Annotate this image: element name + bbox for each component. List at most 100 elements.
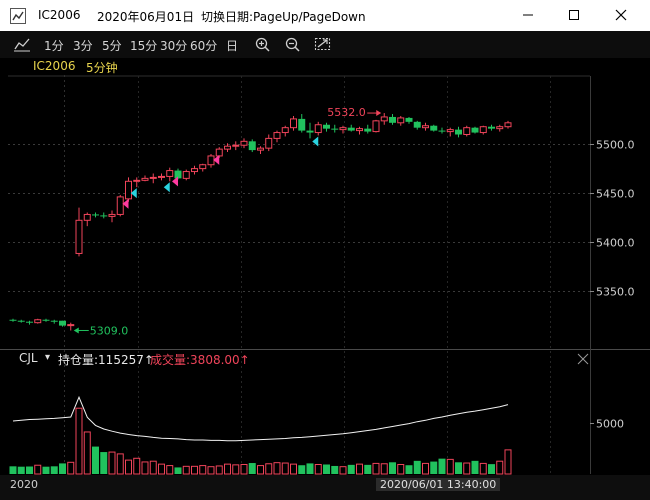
price-axis: 5350.0 5400.0 5450.0 5500.0 xyxy=(590,139,635,299)
volume-bar xyxy=(430,461,438,474)
candle xyxy=(339,125,347,134)
volume-bar xyxy=(257,465,264,475)
candle-body xyxy=(182,171,190,179)
volume-bar xyxy=(438,458,446,474)
volume-bar xyxy=(50,466,58,474)
price-tick-label: 5450.0 xyxy=(596,188,635,201)
indicator-dropdown-icon[interactable]: ▾ xyxy=(45,352,50,363)
candle-body xyxy=(92,214,99,216)
volume-bar xyxy=(17,466,25,474)
indicator-name[interactable]: CJL xyxy=(19,351,38,365)
signal-markers xyxy=(122,136,319,209)
candle-body xyxy=(298,118,306,131)
candle xyxy=(479,125,487,135)
candle xyxy=(116,194,124,217)
volume-bar xyxy=(215,465,223,475)
volume-bar xyxy=(67,461,75,475)
candle-body xyxy=(488,126,495,129)
candle xyxy=(405,116,413,124)
candle xyxy=(422,122,429,131)
candle-body xyxy=(34,319,42,324)
volume-bar xyxy=(191,465,198,475)
candle-body xyxy=(446,129,454,133)
candle-body xyxy=(108,213,116,217)
candle-body xyxy=(9,319,17,321)
candle-body xyxy=(59,320,66,326)
price-tick-label: 5400.0 xyxy=(596,237,635,250)
volume-bar xyxy=(34,464,42,475)
candle xyxy=(100,212,108,219)
candle-body xyxy=(83,213,91,221)
candle-body xyxy=(405,117,413,122)
volume-label: 成交量:3808.00↑ xyxy=(150,353,250,367)
candle-body xyxy=(331,128,339,130)
candle xyxy=(323,122,330,132)
candle xyxy=(50,319,58,324)
time-axis: 2020 2020/06/01 13:40:00 xyxy=(0,475,650,500)
candle-body xyxy=(389,116,396,123)
volume-bar xyxy=(207,466,215,475)
candle xyxy=(380,113,388,125)
volume-bar xyxy=(149,460,157,475)
candle-body xyxy=(100,215,108,217)
app-window: IC2006 2020年06月01日 切换日期:PageUp/PageDown … xyxy=(0,0,650,500)
price-annotations: 5532.0 5309.0 xyxy=(73,106,382,337)
volume-axis: 5000 xyxy=(590,418,624,431)
candle xyxy=(364,124,372,134)
candle-body xyxy=(372,120,380,133)
candle-body xyxy=(232,144,240,147)
candle xyxy=(488,124,495,131)
volume-bar xyxy=(92,446,99,474)
volume-bar xyxy=(314,463,322,475)
volume-bar xyxy=(273,462,281,475)
candle xyxy=(92,212,99,218)
candle-body xyxy=(248,141,256,151)
candle xyxy=(438,127,446,134)
volume-bar xyxy=(75,407,83,475)
close-panel-icon[interactable] xyxy=(576,352,590,366)
volume-bar xyxy=(463,462,471,475)
volume-bar xyxy=(83,431,91,475)
candle-body xyxy=(306,130,314,133)
candle xyxy=(347,124,355,132)
candle-body xyxy=(42,319,50,321)
chart-canvas[interactable]: 5350.0 5400.0 5450.0 5500.0 5000 5532.0 5309… xyxy=(0,0,650,500)
volume-bar xyxy=(306,463,314,474)
candle xyxy=(158,173,165,181)
candle-body xyxy=(347,127,355,131)
candle-body xyxy=(199,164,207,170)
volume-bar xyxy=(496,460,504,475)
candle-body xyxy=(133,179,141,182)
candle xyxy=(125,177,132,202)
candle-body xyxy=(224,145,231,150)
volume-bar xyxy=(389,462,396,474)
candle xyxy=(26,320,33,325)
candle xyxy=(141,175,149,182)
volume-bar xyxy=(108,451,116,475)
candle-body xyxy=(339,127,347,131)
candle xyxy=(265,134,273,152)
candle xyxy=(199,163,207,172)
indicator-header: CJL ▾ 持仓量:115257↑ 成交量:3808.00↑ xyxy=(0,350,600,368)
candle-body xyxy=(496,126,504,130)
candle xyxy=(34,318,42,324)
volume-bar xyxy=(248,463,256,474)
volume-bar xyxy=(347,464,355,474)
candle-body xyxy=(463,127,471,136)
candle xyxy=(42,318,50,322)
candle-body xyxy=(75,219,83,254)
candle xyxy=(232,141,240,151)
volume-bar xyxy=(422,462,429,475)
candle-body xyxy=(257,147,264,151)
volume-bar xyxy=(125,459,132,475)
candle xyxy=(67,322,75,331)
volume-bar xyxy=(380,463,388,475)
volume-bar xyxy=(413,460,421,474)
volume-bar xyxy=(356,463,363,475)
volume-bar xyxy=(471,460,479,474)
sell-signal-marker xyxy=(163,182,170,193)
volume-bar xyxy=(298,465,306,474)
candle xyxy=(290,115,297,131)
candle-body xyxy=(166,170,174,177)
candle-body xyxy=(116,196,124,215)
